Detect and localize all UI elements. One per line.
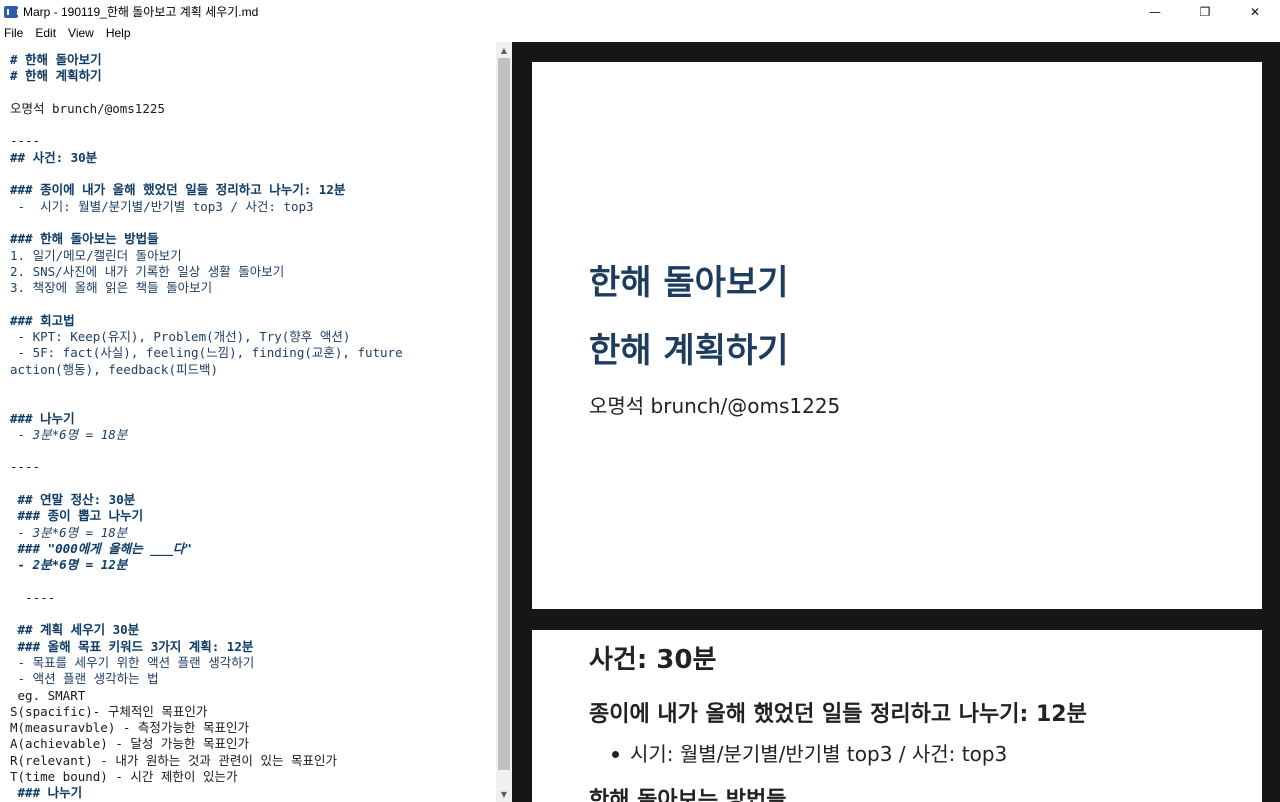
maximize-button[interactable]: ❐ [1180,0,1230,23]
editor-line: ### 나누기 [10,410,75,426]
slide-heading: 한해 돌아보기 [589,263,789,303]
editor-line: - 액션 플랜 생각하는 법 [10,671,159,687]
slide-list-item: 시기: 월별/분기별/반기별 top3 / 사건: top3 [630,742,1008,766]
editor-line: 1. 일기/메모/캘린더 돌아보기 [10,247,182,263]
marp-app-icon [4,5,19,18]
menu-help[interactable]: Help [106,26,131,40]
editor-line: ---- [10,459,41,475]
editor-line: ### 나누기 [10,785,83,801]
editor-line: - 2분*6명 = 12분 [10,557,128,573]
editor-line: R(relevant) - 내가 원하는 것과 관련이 있는 목표인가 [10,752,337,768]
close-button[interactable]: ✕ [1230,0,1280,23]
editor-line: - KPT: Keep(유지), Problem(개선), Try(향후 액션) [10,329,351,345]
scroll-down-arrow-icon[interactable]: ▼ [496,786,512,802]
editor-scrollbar[interactable]: ▲ ▼ [496,42,512,802]
editor-line: ### 한해 돌아보는 방법들 [10,231,159,247]
editor-line: - 3분*6명 = 18분 [10,426,128,442]
editor-line: eg. SMART [10,687,86,703]
title-bar: Marp - 190119_한해 돌아보고 계획 세우기.md — ❐ ✕ [0,0,1280,23]
slide-heading: 한해 계획하기 [589,331,789,371]
editor-line: S(spacific)- 구체적인 목표인가 [10,703,208,719]
editor-line: 오명석 brunch/@oms1225 [10,100,165,116]
editor-line: - 목표를 세우기 위한 액션 플랜 생각하기 [10,654,255,670]
slide-2: 사건: 30분 종이에 내가 올해 했었던 일들 정리하고 나누기: 12분 시… [532,630,1262,802]
bullet-dot [612,751,619,758]
editor-line: # 한해 계획하기 [10,68,102,84]
slide-preview[interactable]: 한해 돌아보기 한해 계획하기 오명석 brunch/@oms1225 사건: … [512,42,1280,802]
slide-author-text: 오명석 brunch/@oms1225 [589,394,841,418]
menu-view[interactable]: View [68,26,94,40]
editor-line: # 한해 돌아보기 [10,52,102,67]
window-title: Marp - 190119_한해 돌아보고 계획 세우기.md [23,5,259,19]
editor-line: ### 종이 뽑고 나누기 [10,508,144,524]
editor-line: ## 사건: 30분 [10,149,98,165]
menu-file[interactable]: File [4,26,23,40]
editor-line: T(time bound) - 시간 제한이 있는가 [10,769,238,785]
menu-bar: File Edit View Help [0,23,1280,42]
editor-line: - 3분*6명 = 18분 [10,524,128,540]
slide-subheading: 한해 돌아보는 방법들 [589,788,787,802]
menu-edit[interactable]: Edit [35,26,56,40]
scroll-up-arrow-icon[interactable]: ▲ [496,42,512,58]
editor-line: ### "000에게 올해는 ___다" [10,540,192,556]
slide-subheading: 종이에 내가 올해 했었던 일들 정리하고 나누기: 12분 [589,702,1087,727]
editor-line: ### 올해 목표 키워드 3가지 계획: 12분 [10,638,254,654]
editor-line: 2. SNS/사진에 내가 기록한 일상 생활 돌아보기 [10,263,285,279]
editor-line: ## 계획 세우기 30분 [10,622,140,638]
editor-line: - 시기: 월별/분기별/반기별 top3 / 사건: top3 [10,198,314,214]
editor-line: ### 종이에 내가 올해 했었던 일들 정리하고 나누기: 12분 [10,182,346,198]
markdown-editor[interactable]: # 한해 돌아보기 # 한해 계획하기오명석 brunch/@oms1225 ---… [0,42,496,802]
window-controls: — ❐ ✕ [1130,0,1280,23]
slide-1: 한해 돌아보기 한해 계획하기 오명석 brunch/@oms1225 [532,62,1262,609]
editor-line: 3. 책장에 올해 읽은 책들 돌아보기 [10,280,213,296]
editor-line: ---- [10,133,41,149]
editor-line: A(achievable) - 달성 가능한 목표인가 [10,736,249,752]
scroll-thumb[interactable] [498,58,510,770]
editor-line: ## 연말 정산: 30분 [10,492,136,508]
editor-line: ---- [10,589,56,605]
minimize-button[interactable]: — [1130,0,1180,23]
editor-line: ### 회고법 [10,312,75,328]
editor-line: M(measuravble) - 측정가능한 목표인가 [10,720,249,736]
slide-heading: 사건: 30분 [589,645,717,675]
editor-line: action(행동), feedback(피드백) [10,361,219,377]
editor-line: - 5F: fact(사실), feeling(느낌), finding(교훈)… [10,345,403,361]
